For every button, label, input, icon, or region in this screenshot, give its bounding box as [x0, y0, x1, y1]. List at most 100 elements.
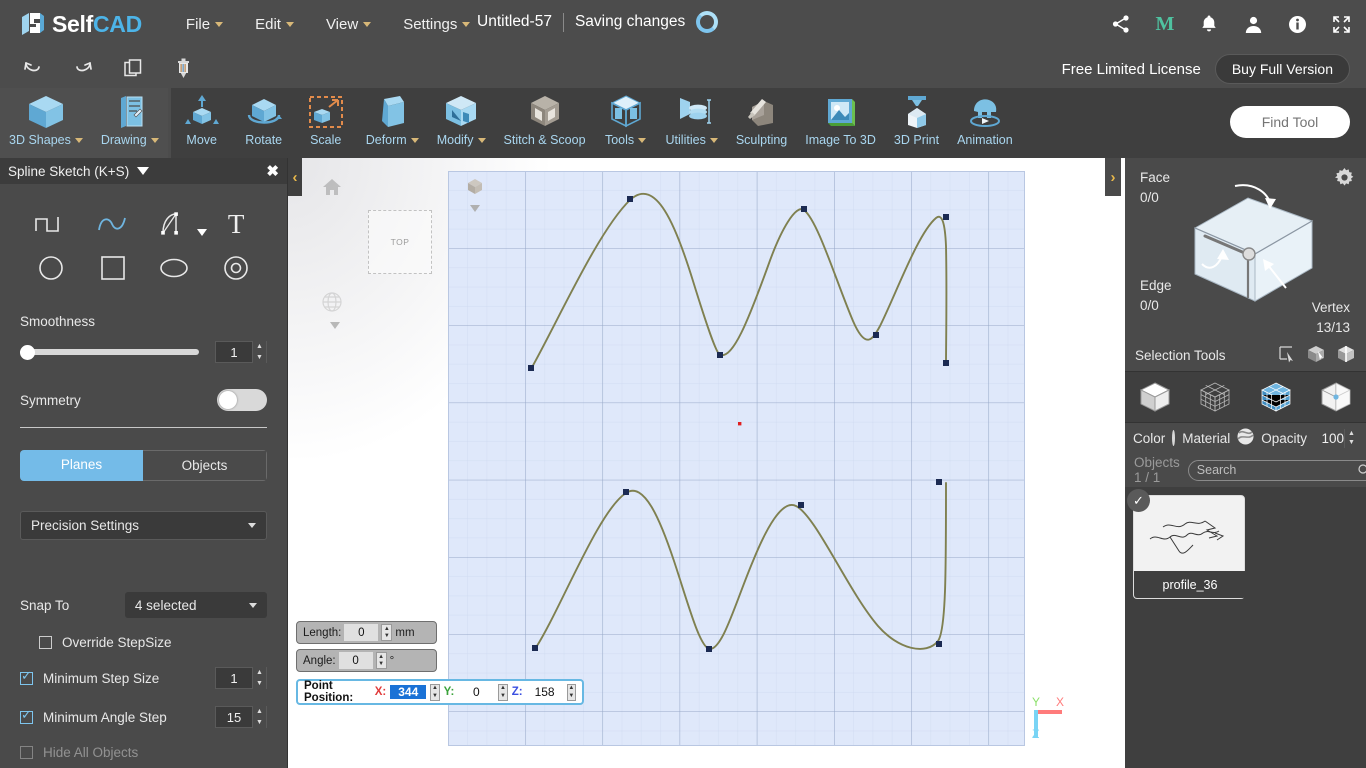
collapse-left-panel-button[interactable]: ‹ [288, 158, 302, 196]
smoothness-slider-handle[interactable] [20, 345, 35, 360]
point-position-x-input[interactable] [390, 685, 427, 699]
opacity-decrement[interactable]: ▼ [1345, 438, 1358, 448]
angle-spin-buttons[interactable]: ▲ ▼ [375, 652, 387, 669]
ribbon-image-to-3d[interactable]: Image To 3D [796, 88, 885, 158]
viewport-mini-gizmo[interactable] [464, 176, 486, 212]
menu-file[interactable]: File [170, 10, 239, 39]
length-spin-buttons[interactable]: ▲ ▼ [381, 624, 393, 641]
length-field[interactable]: Length: ▲▼ mm [296, 621, 437, 644]
minimum-step-size-spin-buttons[interactable]: ▲ ▼ [252, 667, 266, 689]
close-icon[interactable]: ✖ [266, 162, 279, 180]
y-increment[interactable]: ▲ [499, 685, 506, 693]
length-input[interactable] [344, 624, 379, 641]
symmetry-toggle[interactable] [217, 389, 267, 411]
freehand-pen-icon[interactable] [144, 206, 208, 242]
color-swatch[interactable] [1172, 430, 1176, 446]
ribbon-3d-shapes[interactable]: 3D Shapes [0, 88, 92, 158]
mentor-m-icon[interactable]: M [1154, 13, 1176, 35]
bell-icon[interactable] [1198, 13, 1220, 35]
minimum-step-size-decrement[interactable]: ▼ [253, 678, 266, 689]
3d-viewport[interactable]: TOP Y X Z Length: 0 ▲ ▼ mm Angle: 0 ▲ ▼ … [288, 158, 1125, 768]
point-position-bar[interactable]: Point Position: X: ▲▼ Y: ▲▼ Z: ▲▼ [296, 679, 584, 705]
minimum-angle-step-stepper[interactable]: ▲ ▼ [215, 706, 267, 728]
copy-icon[interactable] [108, 49, 158, 87]
minimum-step-size-stepper[interactable]: ▲ ▼ [215, 667, 267, 689]
objects-search-input[interactable] [1196, 463, 1358, 477]
minimum-step-size-input[interactable] [216, 670, 252, 686]
ribbon-drawing[interactable]: Drawing [91, 88, 168, 158]
point-position-y-spin[interactable]: ▲ ▼ [498, 683, 508, 701]
ribbon-move[interactable]: Move [171, 88, 233, 158]
orbit-dropdown-icon[interactable] [330, 322, 340, 329]
fullscreen-icon[interactable] [1330, 13, 1352, 35]
minimum-angle-step-increment[interactable]: ▲ [253, 706, 266, 717]
collapse-right-panel-button[interactable]: › [1105, 158, 1121, 196]
point-position-z-spin[interactable]: ▲ ▼ [566, 683, 576, 701]
gizmo-dropdown-icon[interactable] [470, 205, 480, 212]
angle-decrement[interactable]: ▼ [377, 661, 386, 669]
z-increment[interactable]: ▲ [568, 685, 575, 693]
material-icon[interactable] [1237, 428, 1254, 448]
chevron-down-icon[interactable] [137, 167, 150, 175]
text-icon[interactable]: T [205, 206, 267, 242]
ribbon-3d-print[interactable]: 3D Print [885, 88, 948, 158]
tab-objects[interactable]: Objects [143, 450, 267, 481]
ribbon-sculpting[interactable]: Sculpting [727, 88, 796, 158]
undo-icon[interactable] [8, 49, 58, 87]
snap-to-select[interactable]: 4 selected [124, 592, 267, 618]
minimum-angle-step-spin-buttons[interactable]: ▲ ▼ [252, 706, 266, 728]
gear-icon[interactable] [1335, 168, 1354, 190]
smoothness-spin-buttons[interactable]: ▲ ▼ [252, 341, 266, 363]
info-icon[interactable] [1286, 13, 1308, 35]
app-logo[interactable]: SelfCAD [20, 11, 142, 38]
opacity-stepper[interactable]: ▲▼ [1314, 428, 1358, 448]
objects-search-box[interactable] [1187, 459, 1366, 481]
tab-planes[interactable]: Planes [20, 450, 143, 481]
angle-input[interactable] [338, 652, 373, 669]
hide-all-objects-checkbox[interactable] [20, 746, 33, 759]
ribbon-utilities[interactable]: Utilities [657, 88, 727, 158]
minimum-angle-step-checkbox[interactable] [20, 708, 33, 724]
point-position-x-spin[interactable]: ▲ ▼ [430, 683, 440, 701]
minimum-step-size-checkbox[interactable] [20, 669, 33, 685]
opacity-input[interactable] [1314, 430, 1344, 446]
buy-full-version-button[interactable]: Buy Full Version [1214, 54, 1350, 84]
ribbon-rotate[interactable]: Rotate [233, 88, 295, 158]
box-select-icon[interactable] [1306, 345, 1326, 366]
object-selected-checkmark-icon[interactable]: ✓ [1127, 489, 1150, 512]
ribbon-tools[interactable]: Tools [595, 88, 657, 158]
document-title[interactable]: Untitled-57 [477, 13, 552, 31]
smoothness-stepper[interactable]: ▲ ▼ [215, 341, 267, 363]
menu-settings[interactable]: Settings [387, 10, 486, 39]
face-mode-icon[interactable] [1256, 377, 1296, 417]
sketch-plane[interactable] [448, 171, 1025, 746]
menu-edit[interactable]: Edit [239, 10, 310, 39]
ribbon-deform[interactable]: Deform [357, 88, 428, 158]
smoothness-increment[interactable]: ▲ [253, 341, 266, 352]
orbit-globe-icon[interactable] [321, 291, 343, 316]
minimum-angle-step-decrement[interactable]: ▼ [253, 717, 266, 728]
angle-field[interactable]: Angle: ▲▼ ° [296, 649, 437, 672]
smoothness-decrement[interactable]: ▼ [253, 352, 266, 363]
minimum-angle-step-input[interactable] [216, 709, 252, 725]
rect-select-icon[interactable] [1278, 345, 1296, 366]
square-icon[interactable] [82, 250, 144, 286]
precision-settings-dropdown[interactable]: Precision Settings [20, 511, 267, 540]
delete-icon[interactable] [158, 49, 208, 87]
wireframe-mode-icon[interactable] [1195, 377, 1235, 417]
vertex-mode-icon[interactable] [1316, 377, 1356, 417]
ribbon-stitch-scoop[interactable]: Stitch & Scoop [495, 88, 595, 158]
ellipse-icon[interactable] [144, 250, 206, 286]
polyline-icon[interactable] [20, 206, 82, 242]
angle-increment[interactable]: ▲ [377, 653, 386, 661]
x-increment[interactable]: ▲ [431, 685, 438, 693]
y-decrement[interactable]: ▼ [499, 692, 506, 700]
length-increment[interactable]: ▲ [382, 625, 391, 633]
spline-curve-icon[interactable] [82, 206, 144, 242]
opacity-increment[interactable]: ▲ [1345, 429, 1358, 439]
view-cube[interactable]: TOP [368, 210, 432, 274]
smoothness-input[interactable] [216, 344, 252, 360]
user-icon[interactable] [1242, 13, 1264, 35]
left-panel-title-group[interactable]: Spline Sketch (K+S) [8, 164, 150, 179]
find-tool-input[interactable] [1230, 106, 1350, 138]
